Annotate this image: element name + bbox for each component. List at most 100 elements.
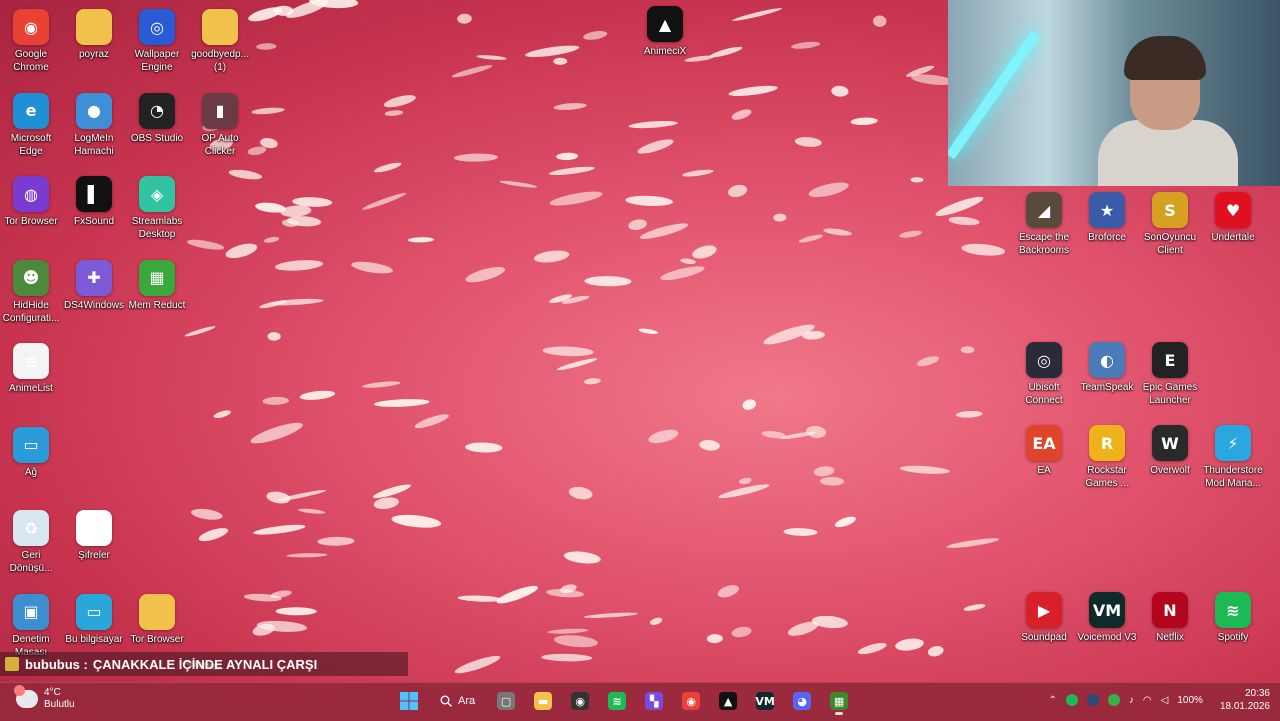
streamlabs-desktop-shortcut[interactable]: ◈ Streamlabs Desktop [125, 172, 189, 241]
icon-label: Tor Browser [4, 216, 58, 227]
sparkle [454, 655, 501, 674]
sparkle [692, 245, 717, 259]
sparkle [476, 55, 507, 60]
sparkle [732, 8, 782, 21]
microsoft-edge-shortcut[interactable]: e Microsoft Edge [0, 89, 63, 158]
start-button[interactable] [396, 686, 422, 716]
ubisoft-connect-icon: ◎ [1026, 342, 1062, 378]
voicemod-taskbar-icon[interactable]: VM [752, 686, 778, 716]
sparkle [256, 620, 308, 632]
soundpad-shortcut[interactable]: ▶ Soundpad [1012, 588, 1076, 644]
escape-the-backrooms-shortcut[interactable]: ◢ Escape the Backrooms [1012, 188, 1076, 257]
sonoyuncu-client-shortcut[interactable]: S SonOyuncu Client [1138, 188, 1202, 257]
sparkle [253, 524, 306, 535]
sparkle [451, 65, 493, 78]
ubisoft-connect-shortcut[interactable]: ◎ Ubisoft Connect [1012, 338, 1076, 407]
goodbyedp-folder[interactable]: goodbyedp... (1) [188, 5, 252, 74]
obs-studio-shortcut[interactable]: ◔ OBS Studio [125, 89, 189, 145]
hidhide-configuration-shortcut[interactable]: ☻ HidHide Configurati... [0, 256, 63, 325]
sparkle [184, 326, 216, 337]
spotify-tray-icon[interactable] [1065, 694, 1078, 706]
sparkle [709, 46, 743, 58]
fxsound-shortcut[interactable]: ▌ FxSound [62, 172, 126, 228]
thunderstore-mod-manager-shortcut[interactable]: ⚡ Thunderstore Mod Mana... [1201, 421, 1265, 490]
sparkle [583, 612, 638, 618]
sparkle [568, 486, 593, 500]
sparkle [916, 356, 939, 367]
wallpaper-engine-shortcut[interactable]: ◎ Wallpaper Engine [125, 5, 189, 74]
chrome-taskbar-glyph-icon: ◉ [682, 692, 701, 710]
animelist-file[interactable]: ≡ AnimeList [0, 339, 63, 395]
ea-shortcut[interactable]: EA EA [1012, 421, 1076, 477]
sparkle [248, 7, 283, 22]
clock-date: 18.01.2026 [1219, 701, 1270, 712]
file-explorer-icon[interactable]: ▬ [530, 686, 556, 716]
epic-games-launcher-shortcut[interactable]: E Epic Games Launcher [1138, 338, 1202, 407]
recycle-bin-icon: ♻ [13, 510, 49, 546]
sparkle [763, 324, 815, 345]
overwolf-shortcut[interactable]: W Overwolf [1138, 421, 1202, 477]
poyraz-folder[interactable]: poyraz [62, 5, 126, 61]
sparkle [680, 258, 696, 265]
chevron-up-icon[interactable]: ⌃ [1049, 695, 1057, 706]
minecraft-taskbar-icon[interactable]: ▦ [826, 686, 852, 716]
ds4windows-shortcut[interactable]: ✚ DS4Windows [62, 256, 126, 312]
wifi-icon[interactable]: ◠ [1143, 695, 1152, 706]
icon-label: Şifreler [78, 550, 110, 561]
weather-widget[interactable]: 4°C Bulutlu [14, 685, 75, 711]
clock-time: 20:36 [1244, 688, 1270, 699]
teamspeak-shortcut[interactable]: ◐ TeamSpeak [1075, 338, 1139, 394]
mem-reduct-shortcut[interactable]: ▦ Mem Reduct [125, 256, 189, 312]
sparkle [773, 213, 787, 222]
google-chrome-icon: ◉ [13, 9, 49, 45]
sparkle [262, 396, 289, 405]
volume-icon[interactable]: ◁ [1161, 695, 1169, 706]
tor-browser-folder[interactable]: Tor Browser [125, 590, 189, 646]
recycle-bin-icon[interactable]: ♻ Geri Dönüşü... [0, 506, 63, 575]
spotify-shortcut[interactable]: ≋ Spotify [1201, 588, 1265, 644]
netflix-shortcut[interactable]: N Netflix [1138, 588, 1202, 644]
chat-badge-icon [5, 657, 19, 671]
this-pc-icon[interactable]: ▭ Bu bilgisayar [62, 590, 126, 646]
sparkle [548, 166, 595, 176]
icon-label: Undertale [1211, 232, 1255, 243]
google-chrome-shortcut[interactable]: ◉ Google Chrome [0, 5, 63, 74]
github-app-icon[interactable]: ◉ [567, 686, 593, 716]
control-panel-icon[interactable]: ▣Denetim Masası [0, 590, 63, 659]
network-icon[interactable]: ▭ Ağ [0, 423, 63, 479]
sparkle [362, 192, 407, 210]
animecix-shortcut[interactable]: ▲ AnimeciX [633, 2, 697, 58]
sparkle [963, 604, 986, 611]
clapper-app-icon[interactable]: ▚ [641, 686, 667, 716]
teamspeak-icon: ◐ [1089, 342, 1125, 378]
clock[interactable]: 20:36 18.01.2026 [1220, 687, 1270, 713]
microphone-icon[interactable]: ♪ [1129, 695, 1134, 706]
op-auto-clicker-shortcut[interactable]: ▮ OP Auto Clicker [188, 89, 252, 158]
chrome-taskbar-icon[interactable]: ◉ [678, 686, 704, 716]
icon-label: DS4Windows [63, 299, 125, 311]
escape-the-backrooms-icon: ◢ [1026, 192, 1062, 228]
animecix-taskbar-icon[interactable]: ▲ [715, 686, 741, 716]
icon-label: Ağ [24, 466, 38, 478]
undertale-shortcut[interactable]: ♥ Undertale [1201, 188, 1265, 244]
rockstar-games-shortcut[interactable]: R Rockstar Games ... [1075, 421, 1139, 490]
battery-percentage[interactable]: 100% [1177, 695, 1203, 706]
nvidia-tray-icon[interactable] [1107, 694, 1120, 706]
voicemod-v3-shortcut[interactable]: VM Voicemod V3 [1075, 588, 1139, 644]
steam-tray-icon[interactable] [1086, 694, 1099, 706]
sparkle [718, 484, 770, 499]
tor-browser-shortcut[interactable]: ◍ Tor Browser [0, 172, 63, 228]
task-view-icon[interactable]: ▢ [493, 686, 519, 716]
discord-taskbar-icon[interactable]: ◕ [789, 686, 815, 716]
weather-description: Bulutlu [44, 699, 75, 710]
taskbar-search[interactable]: Ara [432, 686, 483, 716]
sparkle [298, 508, 326, 514]
file-explorer-glyph-icon: ▬ [534, 692, 553, 710]
logmein-hamachi-shortcut[interactable]: ● LogMeIn Hamachi [62, 89, 126, 158]
broforce-shortcut[interactable]: ★ Broforce [1075, 188, 1139, 244]
sifreler-file[interactable]: Şifreler [62, 506, 126, 562]
icon-label: AnimeList [9, 383, 53, 394]
spotify-taskbar-icon[interactable]: ≋ [604, 686, 630, 716]
sparkle [286, 216, 322, 227]
thunderstore-mod-manager-icon: ⚡ [1215, 425, 1251, 461]
